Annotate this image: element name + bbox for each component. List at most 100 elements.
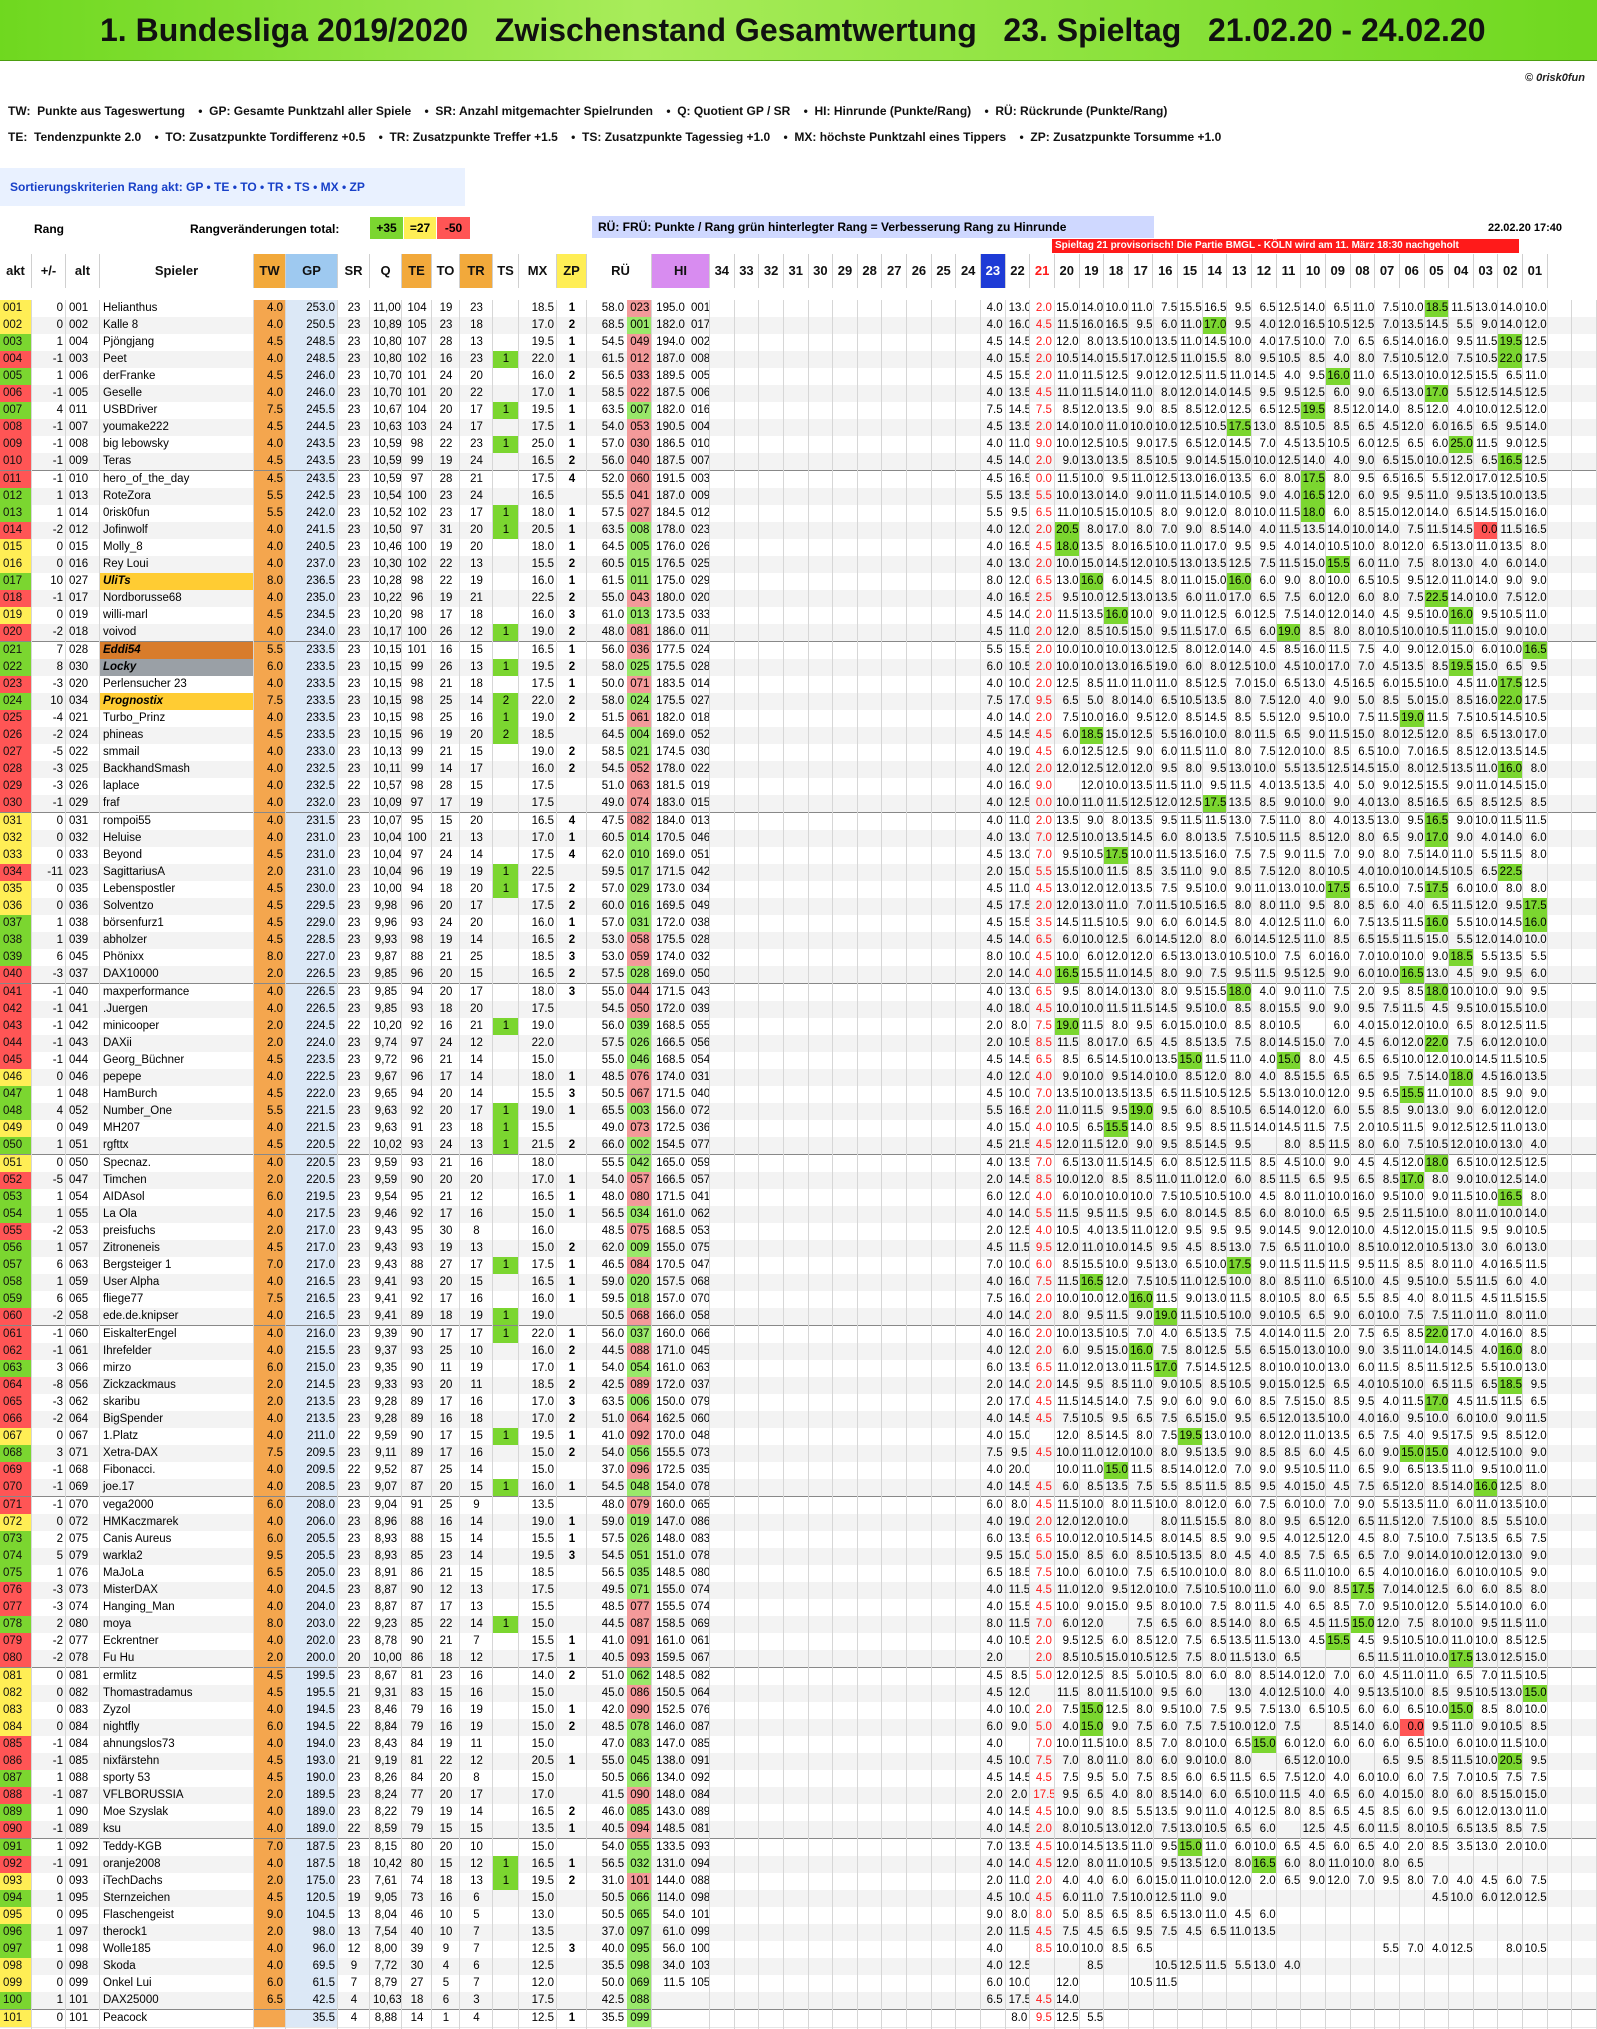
cell-akt: 061 xyxy=(0,1326,32,1343)
cell-tr: 13 xyxy=(460,830,493,847)
cell-days-12 xyxy=(1351,1975,1376,1992)
cell-days-19: 10.0 xyxy=(1523,1702,1548,1719)
col-header-TE: TE xyxy=(402,254,432,288)
cell-days-4: 10.5 xyxy=(1154,556,1179,573)
cell-days-15: 18.5 xyxy=(1424,300,1450,317)
cell-hi_r: 088 xyxy=(688,1873,710,1890)
cell-d23: 4.0 xyxy=(981,744,1006,761)
cell-days-1: 10.5 xyxy=(1080,1650,1105,1667)
cell-name: Teddy-KGB xyxy=(100,1839,254,1856)
cell-days-8: 15.0 xyxy=(1252,676,1277,693)
cell-chg: -1 xyxy=(32,1001,66,1018)
cell-name: ksu xyxy=(100,1821,254,1838)
cell-tw: 4.5 xyxy=(254,1052,286,1069)
cell-tr: 16 xyxy=(460,1685,493,1702)
cell-days-19: 12.5 xyxy=(1523,1155,1548,1172)
cell-sr: 23 xyxy=(338,1479,370,1496)
cell-ru: 55.5 xyxy=(590,1155,627,1172)
cell-akt: 088 xyxy=(0,1787,32,1804)
cell-days-9: 8.0 xyxy=(1277,1137,1302,1154)
cell-to: 16 xyxy=(432,1018,460,1035)
cell-tr: 12 xyxy=(460,1035,493,1052)
cell-days-3: 7.5 xyxy=(1129,1479,1154,1496)
cell-mx: 19.5 xyxy=(519,334,557,351)
cell-days-15: 14.5 xyxy=(1425,864,1450,881)
cell-ru_r: 039 xyxy=(627,1018,652,1035)
cell-days-13 xyxy=(1375,1975,1400,1992)
cell-hi: 189.5 xyxy=(652,368,688,385)
cell-days-15 xyxy=(1425,1924,1450,1941)
cell-days-0: 11.0 xyxy=(1055,1360,1080,1377)
cell-days-19: 15.0 xyxy=(1523,778,1548,795)
cell-ru: 44.5 xyxy=(590,1616,627,1633)
cell-mx: 19.0 xyxy=(519,744,557,761)
cell-to: 27 xyxy=(432,1257,460,1274)
cell-days-1: 9.0 xyxy=(1080,1599,1105,1616)
cell-ts xyxy=(493,1445,519,1462)
cell-days-13: 6.0 xyxy=(1375,1137,1400,1154)
cell-days-6: 9.5 xyxy=(1203,1223,1228,1240)
cell-ru_r: 035 xyxy=(627,1565,652,1582)
cell-alt: 084 xyxy=(66,1736,100,1753)
cell-d21: 4.5 xyxy=(1030,1137,1055,1154)
cell-chg: -1 xyxy=(32,1787,66,1804)
cell-name: therock1 xyxy=(100,1924,254,1941)
cell-hi_r: 019 xyxy=(688,778,710,795)
cell-tw: 2.0 xyxy=(254,1377,286,1394)
cell-days-7: 10.0 xyxy=(1227,1189,1252,1206)
cell-days-16: 11.0 xyxy=(1449,624,1474,641)
cell-gp: 243.5 xyxy=(286,453,338,470)
cell-days-7: 11.5 xyxy=(1227,1120,1252,1137)
cell-days-4: 4.0 xyxy=(1154,1326,1179,1343)
cell-days-6: 12.0 xyxy=(1203,1856,1228,1873)
cell-days-1: 8.0 xyxy=(1080,522,1105,539)
cell-days-3: 10.0 xyxy=(1129,1890,1154,1907)
cell-tw: 4.5 xyxy=(254,915,286,932)
cell-d22: 21.5 xyxy=(1006,1137,1031,1154)
cell-days-4: 8.0 xyxy=(1154,984,1179,1001)
cell-name: joe.17 xyxy=(100,1479,254,1496)
cell-hi: 183.5 xyxy=(652,676,688,693)
cell-days-6: 14.5 xyxy=(1203,1137,1228,1154)
cell-akt: 053 xyxy=(0,1189,32,1206)
cell-days-18: 13.5 xyxy=(1498,1497,1523,1514)
cell-days-11: 13.5 xyxy=(1326,1428,1351,1445)
cell-days-7: 9.0 xyxy=(1227,881,1252,898)
cell-days-5: 13.0 xyxy=(1178,949,1203,966)
cell-alt: 043 xyxy=(66,1035,100,1052)
cell-d21: 7.0 xyxy=(1030,1736,1055,1753)
cell-days-14: 12.0 xyxy=(1400,539,1425,556)
cell-ts xyxy=(493,1411,519,1428)
cell-sr: 23 xyxy=(338,744,370,761)
cell-hi: 172.0 xyxy=(652,1377,688,1394)
cell-ru: 42.5 xyxy=(590,1377,627,1394)
cell-days-11: 12.0 xyxy=(1326,1086,1351,1103)
cell-days-6: 14.0 xyxy=(1203,488,1228,505)
cell-days-8: 11.5 xyxy=(1252,966,1277,983)
cell-ru_r: 067 xyxy=(627,1086,652,1103)
cell-days-16: 15.0 xyxy=(1449,642,1474,659)
cell-gp: 199.5 xyxy=(286,1668,338,1685)
cell-ru: 41.0 xyxy=(590,1428,627,1445)
cell-days-17: 11.0 xyxy=(1474,1497,1499,1514)
cell-days-4: 8.0 xyxy=(1154,1445,1179,1462)
cell-days-15: 6.5 xyxy=(1425,539,1450,556)
cell-akt: 092 xyxy=(0,1856,32,1873)
cell-days-4: 7.5 xyxy=(1154,1924,1179,1941)
cell-mx: 17.0 xyxy=(519,1787,557,1804)
cell-tr: 13 xyxy=(460,1582,493,1599)
cell-te: 99 xyxy=(402,744,432,761)
cell-d22: 2.0 xyxy=(1006,1787,1031,1804)
cell-days-12: 4.5 xyxy=(1351,1633,1376,1650)
cell-days-15: 6.0 xyxy=(1425,419,1450,436)
cell-gp: 205.5 xyxy=(286,1548,338,1565)
cell-tr: 15 xyxy=(460,1479,493,1496)
grid-line xyxy=(1448,300,1450,2029)
cell-to: 21 xyxy=(432,676,460,693)
cell-days-18: 10.5 xyxy=(1498,1565,1523,1582)
table-row: 022 8 030 Locky 6.0 233.5 23 10,15 99 26 13 1 19.5 2 5… xyxy=(0,659,1597,677)
col-header-02: 02 xyxy=(1498,254,1524,288)
cell-ru: 49.5 xyxy=(590,1582,627,1599)
cell-hi: 166.5 xyxy=(652,1035,688,1052)
cell-tw: 6.0 xyxy=(254,1497,286,1514)
